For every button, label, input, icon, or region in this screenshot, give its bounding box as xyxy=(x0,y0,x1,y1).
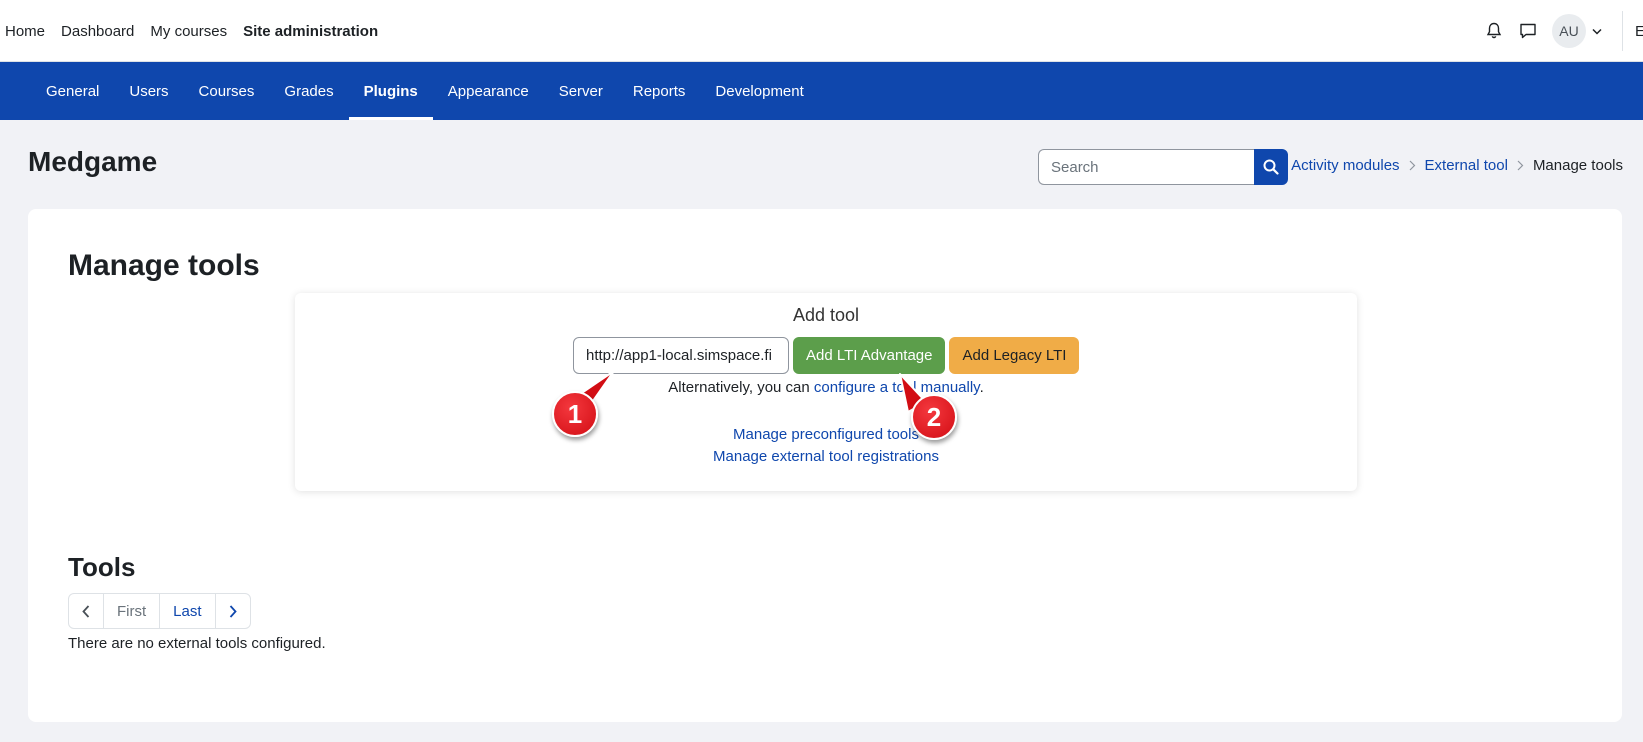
manage-external-tool-registrations-link[interactable]: Manage external tool registrations xyxy=(713,448,939,465)
user-menu-chevron-down-icon[interactable] xyxy=(1592,22,1602,40)
manage-preconfigured-tools-link[interactable]: Manage preconfigured tools xyxy=(733,426,919,443)
tab-appearance[interactable]: Appearance xyxy=(433,62,544,120)
secondary-navigation: General Users Courses Grades Plugins App… xyxy=(0,62,1643,120)
pager-last-button[interactable]: Last xyxy=(160,594,216,628)
pager-next-button[interactable] xyxy=(216,594,250,628)
no-tools-message: There are no external tools configured. xyxy=(68,635,326,652)
add-tool-panel: Add tool Add LTI Advantage Add Legacy LT… xyxy=(295,293,1357,491)
tools-heading: Tools xyxy=(68,552,136,582)
tab-users[interactable]: Users xyxy=(114,62,183,120)
chevron-left-icon xyxy=(82,604,90,618)
tab-reports[interactable]: Reports xyxy=(618,62,701,120)
nav-home-link[interactable]: Home xyxy=(5,23,45,40)
nav-site-administration-link[interactable]: Site administration xyxy=(243,23,378,40)
notifications-bell-icon[interactable] xyxy=(1484,21,1504,41)
breadcrumb-manage-tools: Manage tools xyxy=(1532,157,1623,174)
main-content-card: Manage tools Add tool Add LTI Advantage … xyxy=(28,209,1622,722)
manual-config-suffix: . xyxy=(979,379,984,396)
breadcrumb-activity-modules[interactable]: Activity modules xyxy=(1291,157,1399,174)
manage-registrations-row: Manage external tool registrations xyxy=(295,448,1357,465)
add-tool-form: Add LTI Advantage Add Legacy LTI xyxy=(573,337,1080,374)
admin-search xyxy=(1038,149,1288,185)
site-name-heading: Medgame xyxy=(28,146,158,177)
search-button[interactable] xyxy=(1254,149,1288,185)
tab-server[interactable]: Server xyxy=(544,62,618,120)
chevron-right-icon xyxy=(1409,160,1416,171)
tab-grades[interactable]: Grades xyxy=(269,62,348,120)
nav-my-courses-link[interactable]: My courses xyxy=(150,23,227,40)
navbar-divider xyxy=(1622,11,1623,51)
messages-chat-icon[interactable] xyxy=(1518,21,1538,41)
callout-1-badge: 1 xyxy=(552,391,598,437)
tab-plugins[interactable]: Plugins xyxy=(348,62,433,120)
breadcrumb-external-tool[interactable]: External tool xyxy=(1425,157,1508,174)
pager-previous-button[interactable] xyxy=(69,594,104,628)
search-input[interactable] xyxy=(1038,149,1254,185)
user-menu-area: AU E xyxy=(1484,0,1643,62)
tab-general[interactable]: General xyxy=(31,62,114,120)
search-icon xyxy=(1263,159,1279,175)
chevron-right-icon xyxy=(229,604,237,618)
add-tool-heading: Add tool xyxy=(792,305,860,325)
user-avatar[interactable]: AU xyxy=(1552,14,1586,48)
edit-mode-label[interactable]: E xyxy=(1635,23,1643,40)
top-navbar: Home Dashboard My courses Site administr… xyxy=(0,0,1643,62)
manual-config-prefix: Alternatively, you can xyxy=(668,379,814,396)
breadcrumb: Activity modules External tool Manage to… xyxy=(1291,157,1623,174)
manual-config-text: Alternatively, you can configure a tool … xyxy=(295,379,1357,396)
add-lti-advantage-button[interactable]: Add LTI Advantage xyxy=(793,337,946,374)
page-title: Manage tools xyxy=(68,249,260,282)
tab-development[interactable]: Development xyxy=(700,62,818,120)
primary-navigation: Home Dashboard My courses Site administr… xyxy=(5,0,394,62)
pager-first-button: First xyxy=(104,594,161,628)
manage-preconfigured-row: Manage preconfigured tools xyxy=(295,426,1357,443)
add-legacy-lti-button[interactable]: Add Legacy LTI xyxy=(949,337,1080,374)
callout-2-badge: 2 xyxy=(911,394,957,440)
chevron-right-icon xyxy=(1517,160,1524,171)
tab-courses[interactable]: Courses xyxy=(184,62,270,120)
pagination: First Last xyxy=(68,593,251,629)
nav-dashboard-link[interactable]: Dashboard xyxy=(61,23,134,40)
